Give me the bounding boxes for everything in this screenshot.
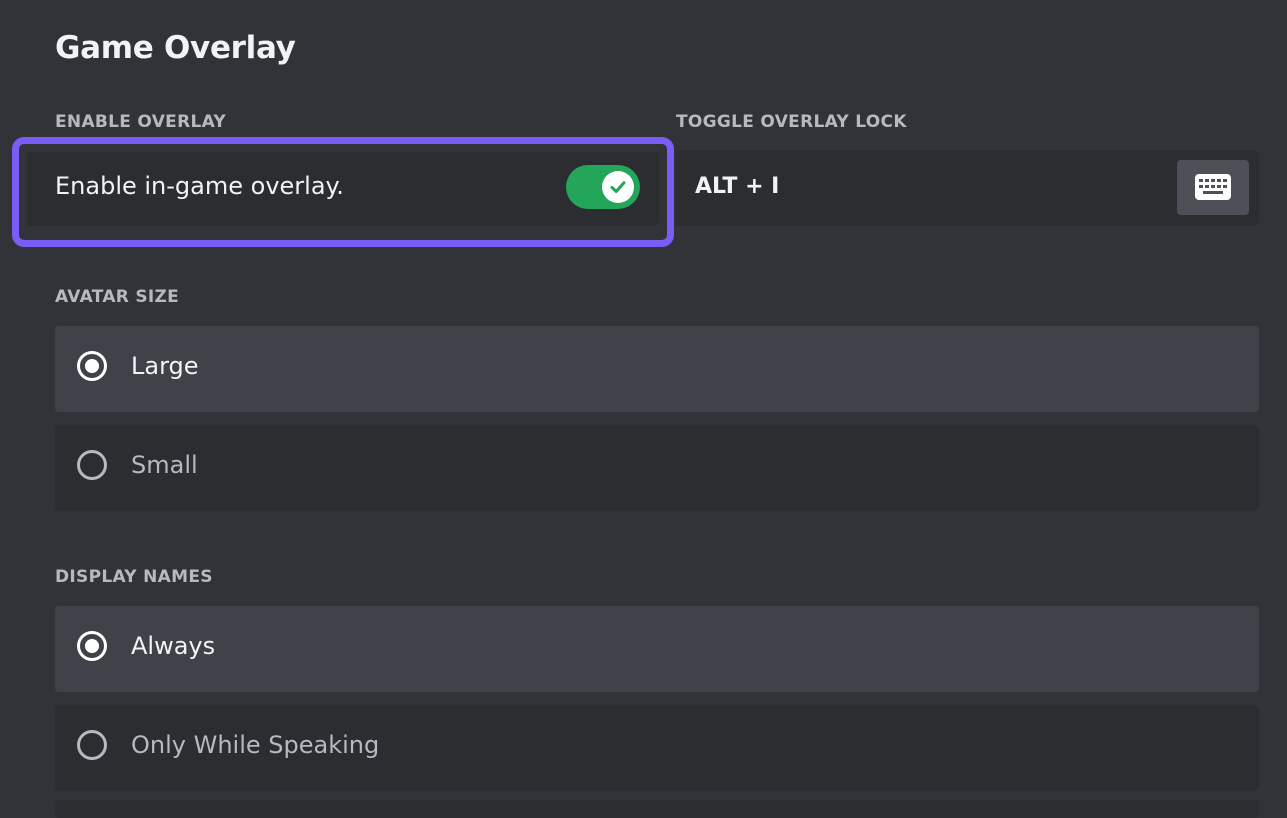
radio-label: Large [131, 352, 199, 380]
game-overlay-settings-page: Game Overlay ENABLE OVERLAY TOGGLE OVERL… [0, 0, 1287, 818]
enable-overlay-highlight [12, 137, 674, 247]
radio-unselected-icon [77, 730, 107, 760]
page-title: Game Overlay [55, 30, 296, 66]
display-names-option-partial[interactable] [55, 800, 1259, 818]
toggle-overlay-lock-keybind-row[interactable]: ALT + I [675, 150, 1259, 226]
enable-overlay-section-label: ENABLE OVERLAY [55, 112, 227, 132]
radio-label: Small [131, 451, 198, 479]
radio-selected-icon [77, 351, 107, 381]
radio-unselected-icon [77, 450, 107, 480]
keyboard-icon [1195, 174, 1231, 200]
record-keybind-button[interactable] [1177, 160, 1249, 215]
toggle-overlay-lock-section-label: TOGGLE OVERLAY LOCK [676, 112, 907, 132]
radio-selected-icon [77, 631, 107, 661]
avatar-size-option-small[interactable]: Small [55, 425, 1259, 511]
avatar-size-section-label: AVATAR SIZE [55, 287, 180, 307]
display-names-option-only-while-speaking[interactable]: Only While Speaking [55, 705, 1259, 791]
radio-label: Always [131, 632, 216, 660]
avatar-size-option-large[interactable]: Large [55, 326, 1259, 412]
radio-label: Only While Speaking [131, 731, 380, 759]
display-names-option-always[interactable]: Always [55, 606, 1259, 692]
display-names-section-label: DISPLAY NAMES [55, 567, 213, 587]
keybind-value: ALT + I [695, 174, 780, 199]
